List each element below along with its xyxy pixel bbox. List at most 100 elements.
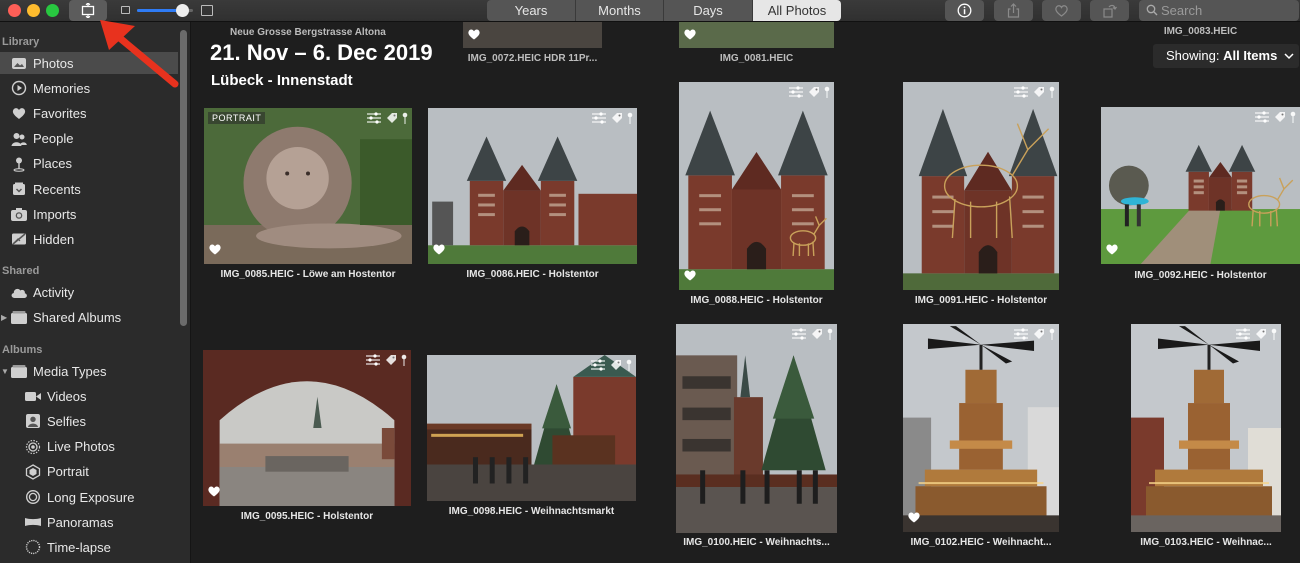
favorite-heart-icon[interactable] (207, 484, 221, 502)
tab-years[interactable]: Years (487, 0, 576, 21)
keyword-tag-icon (611, 360, 621, 370)
sidebar-item-label: Time-lapse (47, 539, 111, 555)
adjustments-icon (1236, 328, 1250, 340)
showing-filter-dropdown[interactable]: Showing: All Items (1153, 44, 1299, 68)
photo-caption: IMG_0083.HEIC (1163, 26, 1238, 37)
sidebar-item-time-lapse[interactable]: Time-lapse (0, 536, 178, 558)
sidebar-item-places[interactable]: Places (0, 153, 178, 175)
photo-caption: IMG_0092.HEIC - Holstentor (1134, 270, 1267, 281)
favorite-heart-icon[interactable] (1105, 242, 1119, 260)
sidebar-item-long-exposure[interactable]: Long Exposure (0, 486, 178, 508)
photo-caption: IMG_0091.HEIC - Holstentor (914, 295, 1048, 306)
search-input[interactable] (1161, 2, 1291, 19)
sidebar-item-people[interactable]: People (0, 128, 178, 150)
photo-thumbnail[interactable] (903, 324, 1059, 532)
photo-grid-area: IMG_0072.HEIC HDR 11Pr... IMG_0081.HEIC IM… (192, 22, 1300, 563)
favorite-heart-icon[interactable] (683, 27, 697, 45)
favorite-heart-icon[interactable] (432, 242, 446, 260)
favorite-heart-icon[interactable] (208, 242, 222, 260)
adjustments-icon (367, 112, 381, 124)
tab-months[interactable]: Months (576, 0, 664, 21)
sidebar-item-activity[interactable]: Activity (0, 281, 178, 303)
sidebar-item-hidden[interactable]: Hidden (0, 228, 178, 250)
keyword-tag-icon (809, 87, 819, 97)
photo-thumbnail[interactable] (676, 324, 837, 533)
favorite-heart-icon[interactable] (907, 510, 921, 528)
photo-thumbnail[interactable] (203, 350, 411, 506)
selfie-icon (24, 413, 42, 429)
keyword-tag-icon (1034, 87, 1044, 97)
sidebar-item-live-photos[interactable]: Live Photos (0, 436, 178, 458)
sidebar-item-label: Activity (33, 284, 75, 300)
info-button[interactable] (945, 0, 984, 21)
sidebar-item-recents[interactable]: Recents (0, 178, 178, 200)
disclosure-triangle-icon[interactable]: ▶ (1, 313, 7, 322)
sidebar-item-shared-albums[interactable]: ▶ Shared Albums (0, 306, 178, 328)
heart-icon (10, 105, 28, 121)
sidebar-item-selfies[interactable]: Selfies (0, 410, 178, 432)
photo-caption: IMG_0095.HEIC - Holstentor (240, 511, 374, 522)
keyword-tag-icon (1256, 329, 1266, 339)
favorite-heart-icon[interactable] (683, 268, 697, 286)
chevron-down-icon (1284, 53, 1294, 60)
sidebar-item-videos[interactable]: Videos (0, 385, 178, 407)
close-window-button[interactable] (8, 4, 21, 17)
adjustments-icon (1255, 111, 1269, 123)
adjustments-icon (591, 359, 605, 371)
location-pin-icon (402, 112, 408, 124)
favorite-button[interactable] (1042, 0, 1081, 21)
location-pin-icon (626, 359, 632, 371)
sidebar-item-media-types[interactable]: ▼ Media Types (0, 360, 178, 382)
favorite-heart-icon[interactable] (467, 27, 481, 45)
camera-icon (10, 206, 28, 222)
zoom-in-icon[interactable] (201, 5, 213, 16)
sidebar-item-imports[interactable]: Imports (0, 203, 178, 225)
share-icon (1007, 3, 1020, 18)
location-pin-icon (1049, 86, 1055, 98)
photo-badges (366, 112, 408, 124)
keyword-tag-icon (1034, 329, 1044, 339)
zoom-slider[interactable] (137, 4, 193, 17)
photo-thumbnail-partial[interactable] (463, 22, 602, 48)
photo-thumbnail[interactable]: PORTRAIT (204, 108, 412, 264)
search-icon (1146, 4, 1158, 16)
photo-thumbnail[interactable] (679, 82, 834, 290)
keyword-tag-icon (386, 355, 396, 365)
info-icon (957, 3, 972, 18)
photo-thumbnail[interactable] (903, 82, 1059, 290)
photos-icon (10, 55, 28, 71)
rotate-button[interactable] (1090, 0, 1129, 21)
keyword-tag-icon (387, 113, 397, 123)
sidebar-item-label: Selfies (47, 413, 87, 429)
adjustments-icon (792, 328, 806, 340)
zoom-out-icon[interactable] (121, 6, 130, 14)
location-pin-icon (1049, 328, 1055, 340)
sidebar-item-label: Shared Albums (33, 309, 122, 325)
tab-all-photos[interactable]: All Photos (753, 0, 841, 21)
sidebar-item-panoramas[interactable]: Panoramas (0, 511, 178, 533)
tab-days[interactable]: Days (664, 0, 753, 21)
zoom-window-button[interactable] (46, 4, 59, 17)
heart-outline-icon (1055, 5, 1068, 17)
people-icon (10, 131, 28, 147)
sidebar-item-label: Long Exposure (47, 489, 135, 505)
adjustments-icon (366, 354, 380, 366)
photo-thumbnail[interactable] (427, 355, 636, 501)
keyword-tag-icon (1275, 112, 1285, 122)
photo-thumbnail-partial[interactable] (679, 22, 834, 48)
sidebar-item-label: Places (33, 156, 73, 172)
sidebar-item-portrait[interactable]: Portrait (0, 461, 178, 483)
sidebar-item-label: Panoramas (47, 514, 114, 530)
photo-thumbnail[interactable] (1101, 107, 1300, 264)
cloud-icon (10, 284, 28, 300)
photo-badges (1235, 328, 1277, 340)
photo-thumbnail[interactable] (428, 108, 637, 264)
disclosure-triangle-icon[interactable]: ▼ (1, 367, 9, 376)
search-field[interactable] (1139, 0, 1299, 21)
minimize-window-button[interactable] (27, 4, 40, 17)
sidebar-section-albums: Albums (2, 344, 43, 356)
photo-badges (1013, 328, 1055, 340)
photo-thumbnail[interactable] (1131, 324, 1281, 532)
share-button[interactable] (994, 0, 1033, 21)
sidebar-item-favorites[interactable]: Favorites (0, 102, 178, 124)
